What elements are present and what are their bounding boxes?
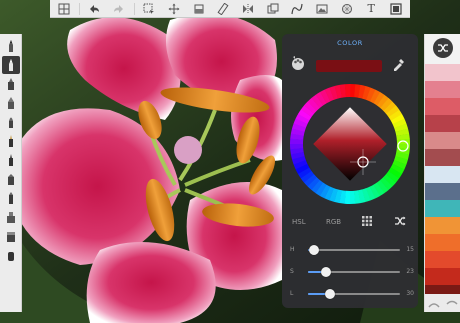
hue-slider-label: H (290, 246, 295, 253)
current-color-swatch[interactable] (316, 60, 382, 72)
color-swatch[interactable] (425, 234, 460, 251)
stamp-brush-icon[interactable] (2, 208, 20, 226)
color-panel: COLOR HSL RGB H 15 S 23 L 30 (282, 34, 418, 308)
symmetry-icon[interactable] (238, 1, 258, 17)
color-swatch[interactable] (425, 183, 460, 200)
brush-palette (0, 34, 22, 312)
swatch-grid-icon[interactable] (362, 216, 372, 226)
curve-icon[interactable] (287, 1, 307, 17)
pencil-brush-2-icon[interactable] (1, 55, 20, 74)
saturation-slider[interactable]: S 23 (290, 266, 414, 278)
pencil-brush-icon[interactable] (2, 37, 20, 55)
color-swatch[interactable] (425, 132, 460, 149)
airbrush-icon[interactable] (2, 170, 20, 188)
color-swatch[interactable] (425, 64, 460, 81)
layers-icon[interactable] (263, 1, 283, 17)
perspective-icon[interactable] (337, 1, 357, 17)
slider-knob[interactable] (321, 267, 332, 277)
color-swatch[interactable] (425, 115, 460, 132)
color-swatch[interactable] (425, 166, 460, 183)
color-shuffle-button[interactable] (433, 38, 453, 58)
color-swatch[interactable] (425, 98, 460, 115)
swatch-footer (425, 294, 460, 312)
grid-icon[interactable] (54, 1, 74, 17)
chisel-marker-icon[interactable] (2, 189, 20, 207)
color-swatch[interactable] (425, 149, 460, 166)
color-swatch[interactable] (425, 81, 460, 98)
image-icon[interactable] (312, 1, 332, 17)
slider-knob[interactable] (309, 245, 320, 255)
smudge-brush-icon[interactable] (2, 246, 20, 264)
toolbar-divider (133, 2, 135, 15)
shuffle-icon (438, 44, 448, 52)
color-wheel[interactable] (288, 82, 412, 206)
transform-icon[interactable] (164, 1, 184, 17)
eyedropper-icon[interactable] (392, 57, 406, 71)
saturation-slider-label: S (290, 268, 294, 275)
ink-brush-icon[interactable] (2, 132, 20, 150)
color-swatch[interactable] (425, 251, 460, 268)
text-icon[interactable]: T (361, 1, 381, 17)
toolbar-divider (78, 2, 80, 15)
palette-icon[interactable] (290, 55, 306, 71)
lightness-slider-label: L (290, 290, 294, 297)
slider-track[interactable] (308, 289, 400, 299)
hue-slider-value: 15 (406, 246, 414, 253)
shuffle-icon[interactable] (394, 215, 406, 227)
color-panel-title: COLOR (337, 39, 363, 47)
hue-slider[interactable]: H 15 (290, 244, 414, 256)
color-swatch[interactable] (425, 268, 460, 285)
redo-icon[interactable] (109, 1, 129, 17)
color-swatch-column (424, 34, 460, 312)
lightness-slider-value: 30 (406, 290, 414, 297)
eraser-brush-icon[interactable] (2, 227, 20, 245)
slider-knob[interactable] (325, 289, 336, 299)
select-icon[interactable] (139, 1, 159, 17)
slider-track[interactable] (308, 267, 400, 277)
pen-brush-icon[interactable] (2, 94, 20, 112)
canvas-icon[interactable] (386, 1, 406, 17)
color-swatch[interactable] (425, 200, 460, 217)
layer-thumb-icon[interactable] (446, 297, 458, 309)
brush-tip-icon[interactable] (2, 113, 20, 131)
lightness-slider[interactable]: L 30 (290, 288, 414, 300)
swatch-list (425, 64, 460, 302)
top-toolbar: T (50, 0, 410, 18)
saturation-slider-value: 23 (406, 268, 414, 275)
ruler-icon[interactable] (213, 1, 233, 17)
rgb-mode-tab[interactable]: RGB (326, 218, 341, 226)
brush-preview-icon[interactable] (428, 297, 440, 309)
hsl-mode-tab[interactable]: HSL (292, 218, 306, 226)
ink-brush-2-icon[interactable] (2, 151, 20, 169)
color-swatch[interactable] (425, 217, 460, 234)
fill-icon[interactable] (189, 1, 209, 17)
slider-track[interactable] (308, 245, 400, 255)
undo-icon[interactable] (84, 1, 104, 17)
marker-brush-icon[interactable] (2, 75, 20, 93)
